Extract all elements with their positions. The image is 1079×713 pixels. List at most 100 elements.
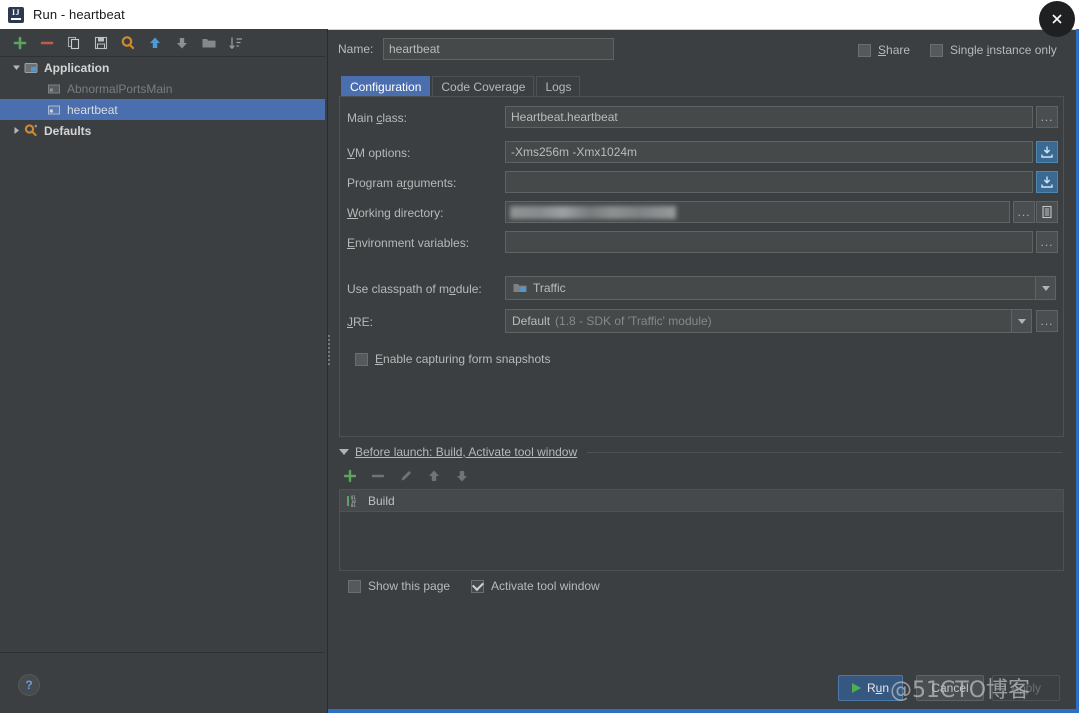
help-icon[interactable]: ? bbox=[18, 674, 40, 696]
tab-code-coverage[interactable]: Code Coverage bbox=[432, 76, 535, 97]
save-configuration-button[interactable] bbox=[93, 35, 109, 51]
jre-value: Default bbox=[512, 314, 551, 328]
configurations-panel: Application AbnormalPortsMain heartbeat … bbox=[0, 29, 328, 713]
move-down-button[interactable] bbox=[174, 35, 190, 51]
new-folder-button[interactable] bbox=[201, 35, 217, 51]
add-configuration-button[interactable] bbox=[12, 35, 28, 51]
working-directory-browse-button[interactable]: ... bbox=[1013, 201, 1035, 223]
panel-splitter[interactable] bbox=[325, 330, 332, 370]
environment-variables-browse-button[interactable]: ... bbox=[1036, 231, 1058, 253]
working-directory-input[interactable] bbox=[505, 201, 1010, 223]
environment-variables-label: Environment variables: bbox=[347, 236, 470, 250]
program-arguments-expand-button[interactable] bbox=[1036, 171, 1058, 193]
ellipsis-icon: ... bbox=[1040, 235, 1054, 249]
remove-task-button[interactable] bbox=[370, 468, 386, 484]
working-directory-macros-button[interactable] bbox=[1036, 201, 1058, 223]
before-launch-list[interactable]: 01 10 01 Build bbox=[339, 489, 1064, 571]
tab-logs[interactable]: Logs bbox=[536, 76, 581, 97]
main-class-browse-button[interactable]: ... bbox=[1036, 106, 1058, 128]
java-class-icon bbox=[46, 81, 62, 97]
show-this-page-label: Show this page bbox=[368, 579, 451, 593]
svg-text:01: 01 bbox=[351, 503, 356, 508]
show-this-page-checkbox[interactable] bbox=[348, 579, 361, 593]
close-icon[interactable] bbox=[1039, 1, 1075, 37]
remove-configuration-button[interactable] bbox=[39, 35, 55, 51]
add-task-button[interactable] bbox=[342, 468, 358, 484]
move-task-down-button[interactable] bbox=[454, 468, 470, 484]
build-icon: 01 10 01 bbox=[346, 493, 362, 509]
ellipsis-icon: ... bbox=[1040, 110, 1054, 124]
use-classpath-value: Traffic bbox=[533, 281, 566, 295]
before-launch-header: Before launch: Build, Activate tool wind… bbox=[339, 445, 1062, 459]
environment-variables-input[interactable] bbox=[505, 231, 1033, 253]
configuration-tab-panel: Main class: Heartbeat.heartbeat ... VM o… bbox=[339, 96, 1064, 437]
tab-configuration[interactable]: Configuration bbox=[341, 76, 431, 97]
configuration-tabs: Configuration Code Coverage Logs bbox=[341, 76, 581, 97]
before-launch-item-build[interactable]: 01 10 01 Build bbox=[340, 490, 1063, 512]
vm-options-label: VM options: bbox=[347, 146, 411, 160]
expand-icon bbox=[1041, 176, 1053, 188]
single-instance-checkbox[interactable] bbox=[930, 43, 943, 57]
configurations-tree[interactable]: Application AbnormalPortsMain heartbeat … bbox=[0, 56, 325, 653]
sort-configurations-button[interactable] bbox=[228, 35, 244, 51]
edit-task-button[interactable] bbox=[398, 468, 414, 484]
tree-item-application[interactable]: Application bbox=[0, 57, 325, 78]
activate-tool-window-checkbox[interactable] bbox=[471, 579, 484, 593]
enable-capturing-checkbox-row[interactable]: Enable capturing form snapshots bbox=[355, 352, 550, 366]
share-checkbox-row[interactable]: Share bbox=[858, 43, 910, 57]
tree-item-label: Defaults bbox=[44, 123, 92, 138]
name-input[interactable] bbox=[383, 38, 614, 60]
before-launch-toolbar bbox=[342, 468, 470, 484]
tree-item-heartbeat[interactable]: heartbeat bbox=[0, 99, 325, 120]
before-launch-title: Before launch: Build, Activate tool wind… bbox=[355, 445, 578, 459]
chevron-down-icon[interactable] bbox=[1035, 277, 1055, 299]
name-label: Name: bbox=[338, 42, 374, 56]
show-this-page-checkbox-row[interactable]: Show this page bbox=[348, 579, 450, 593]
collapse-before-launch-icon[interactable] bbox=[339, 449, 349, 455]
move-up-button[interactable] bbox=[147, 35, 163, 51]
redacted-path bbox=[510, 206, 676, 219]
expand-collapse-icon[interactable] bbox=[10, 63, 23, 72]
use-classpath-combo[interactable]: Traffic bbox=[505, 276, 1056, 300]
macros-icon bbox=[1042, 205, 1052, 219]
jre-browse-button[interactable]: ... bbox=[1036, 310, 1058, 332]
run-configuration-dialog: IJ Run - heartbeat Application AbnormalP… bbox=[0, 0, 1079, 713]
before-launch-item-label: Build bbox=[368, 493, 395, 508]
working-directory-label: Working directory: bbox=[347, 206, 444, 220]
copy-configuration-button[interactable] bbox=[66, 35, 82, 51]
apply-button[interactable]: Apply bbox=[992, 675, 1060, 701]
share-label-rest: hare bbox=[886, 43, 911, 57]
tree-item-abnormalportsmain[interactable]: AbnormalPortsMain bbox=[0, 78, 325, 99]
expand-collapse-icon[interactable] bbox=[10, 126, 23, 135]
enable-capturing-label: Enable capturing form snapshots bbox=[375, 352, 551, 366]
cancel-button[interactable]: Cancel bbox=[916, 675, 984, 701]
close-glyph bbox=[1052, 14, 1062, 24]
application-icon bbox=[23, 60, 39, 76]
chevron-down-icon[interactable] bbox=[1011, 310, 1031, 332]
tree-item-label: AbnormalPortsMain bbox=[67, 81, 173, 96]
single-instance-checkbox-row[interactable]: Single instance only bbox=[930, 43, 1057, 57]
edit-templates-button[interactable] bbox=[120, 35, 136, 51]
share-label: Share bbox=[878, 43, 911, 57]
expand-icon bbox=[1041, 146, 1053, 158]
move-task-up-button[interactable] bbox=[426, 468, 442, 484]
ellipsis-icon: ... bbox=[1040, 314, 1054, 328]
activate-tool-window-checkbox-row[interactable]: Activate tool window bbox=[471, 579, 600, 593]
jre-combo[interactable]: Default (1.8 - SDK of 'Traffic' module) bbox=[505, 309, 1032, 333]
enable-capturing-checkbox[interactable] bbox=[355, 352, 368, 366]
share-checkbox[interactable] bbox=[858, 43, 871, 57]
program-arguments-label: Program arguments: bbox=[347, 176, 457, 190]
main-class-label: Main class: bbox=[347, 111, 408, 125]
vm-options-expand-button[interactable] bbox=[1036, 141, 1058, 163]
activate-tool-window-label: Activate tool window bbox=[491, 579, 600, 593]
module-icon bbox=[512, 280, 528, 296]
run-button[interactable]: Run bbox=[838, 675, 903, 701]
vm-options-input[interactable]: -Xms256m -Xmx1024m bbox=[505, 141, 1033, 163]
title-bar: IJ Run - heartbeat bbox=[0, 0, 1079, 37]
jre-hint: (1.8 - SDK of 'Traffic' module) bbox=[555, 314, 712, 328]
tree-item-defaults[interactable]: Defaults bbox=[0, 120, 325, 141]
program-arguments-input[interactable] bbox=[505, 171, 1033, 193]
divider bbox=[587, 451, 1062, 453]
single-instance-label: Single instance only bbox=[950, 43, 1057, 57]
main-class-input[interactable]: Heartbeat.heartbeat bbox=[505, 106, 1033, 128]
